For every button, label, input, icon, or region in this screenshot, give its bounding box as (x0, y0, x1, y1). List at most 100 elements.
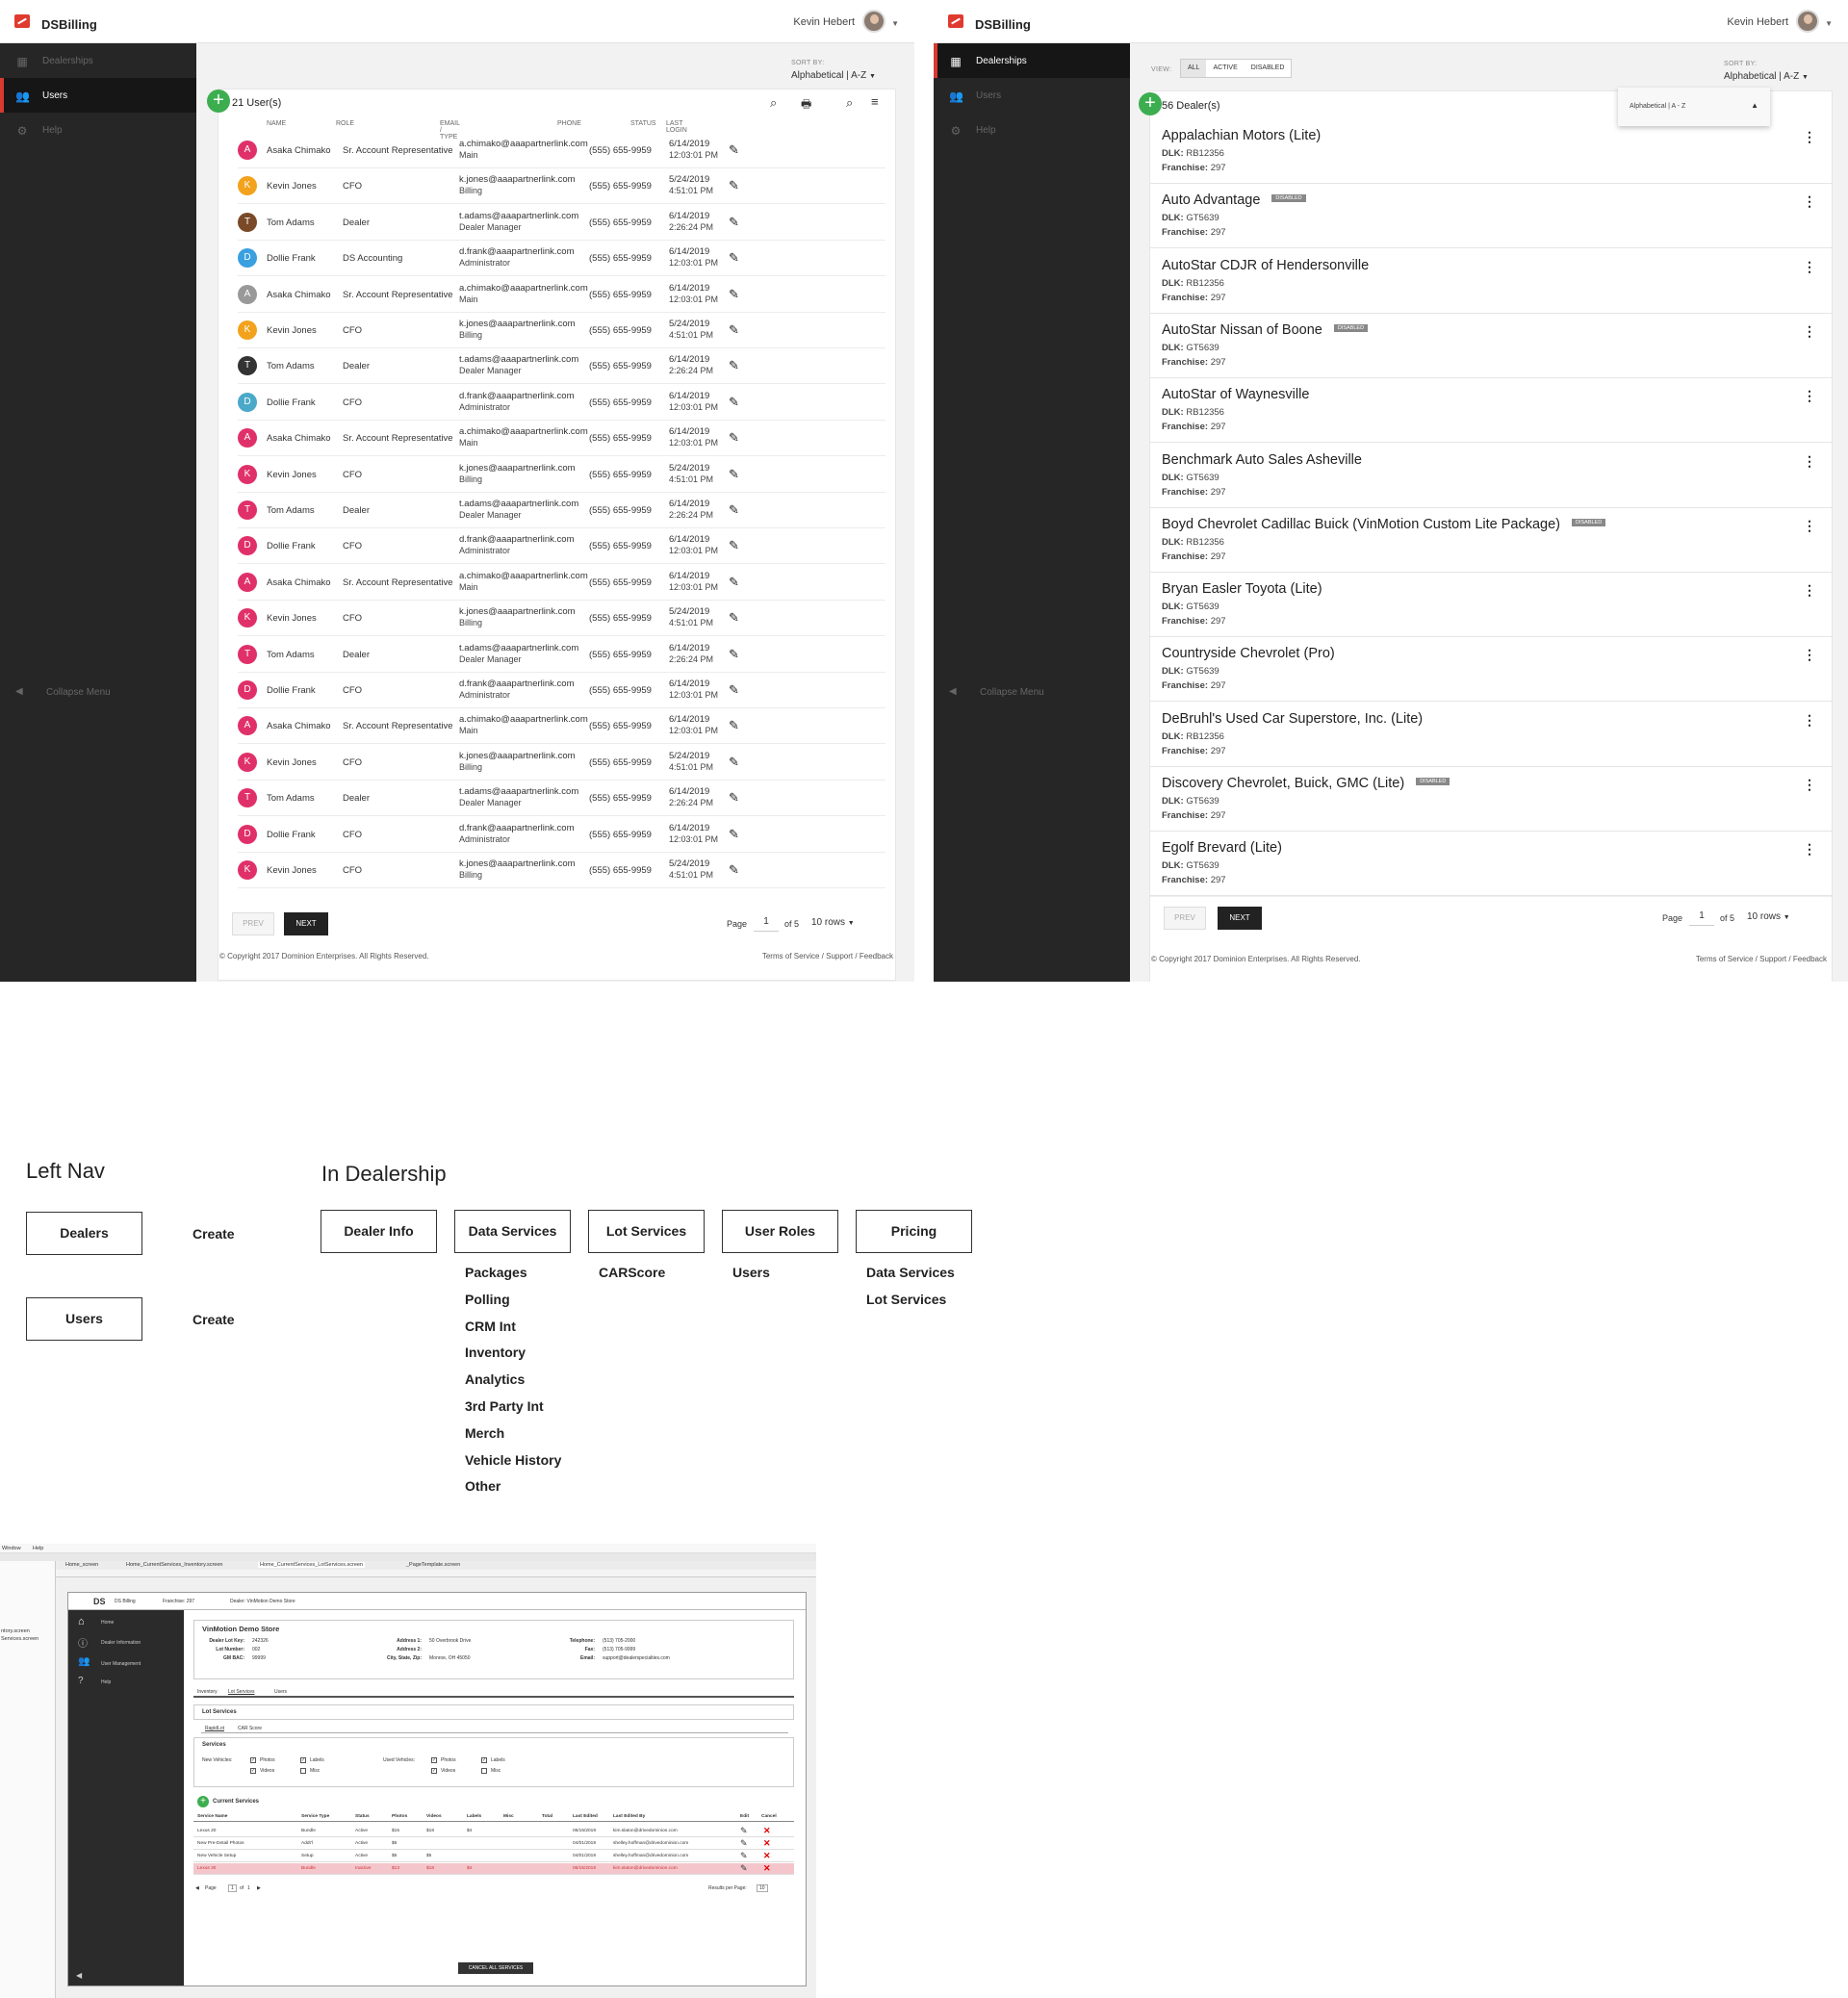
tab-inventory[interactable]: Home_CurrentServices_Inventory.screen (126, 1562, 222, 1568)
sidebar-item-dealerships[interactable]: ▦ Dealerships (934, 43, 1130, 78)
dealer-list-item[interactable]: Benchmark Auto Sales Asheville DLK: GT563… (1150, 444, 1832, 508)
edit-pencil-icon[interactable]: ✎ (729, 250, 739, 266)
checkbox[interactable] (300, 1768, 306, 1774)
cancel-x-icon[interactable]: ✕ (763, 1863, 771, 1874)
prev-button[interactable]: PREV (232, 912, 274, 935)
dealer-name[interactable]: Boyd Chevrolet Cadillac Buick (VinMotion… (1162, 517, 1606, 532)
edit-pencil-icon[interactable]: ✎ (729, 430, 739, 446)
column-header[interactable]: Last Edited By (613, 1814, 645, 1819)
more-options-icon[interactable]: ⋮ (1803, 259, 1816, 275)
more-options-icon[interactable]: ⋮ (1803, 777, 1816, 793)
edit-pencil-icon[interactable]: ✎ (729, 827, 739, 842)
more-options-icon[interactable]: ⋮ (1803, 388, 1816, 404)
table-row[interactable]: T Tom Adams Dealer t.adams@aaapartnerlink.c… (238, 637, 886, 673)
user-name[interactable]: Kevin Hebert (793, 16, 855, 28)
table-row[interactable]: A Asaka Chimako Sr. Account Representative… (238, 277, 886, 313)
checkbox[interactable]: ✓ (431, 1757, 437, 1763)
more-options-icon[interactable]: ⋮ (1803, 129, 1816, 145)
column-header[interactable]: Edit (740, 1814, 749, 1819)
dealer-list-item[interactable]: Discovery Chevrolet, Buick, GMC (Lite) DI… (1150, 767, 1832, 832)
rows-select[interactable]: 10 rows ▼ (811, 917, 855, 928)
users-icon[interactable]: 👥 (78, 1656, 90, 1667)
dealer-name[interactable]: Benchmark Auto Sales Asheville (1162, 452, 1362, 468)
dealer-list-item[interactable]: AutoStar CDJR of Hendersonville DLK: RB12… (1150, 249, 1832, 314)
column-header[interactable]: PHONE (557, 120, 581, 127)
tab-car-score[interactable]: CAR Score (238, 1726, 262, 1731)
search-icon[interactable]: ⌕ (846, 95, 853, 111)
edit-pencil-icon[interactable]: ✎ (740, 1851, 748, 1861)
table-row[interactable]: D Dollie Frank CFO d.frank@aaapartnerlink.c… (238, 528, 886, 565)
filter-icon[interactable]: ≡ (871, 94, 879, 109)
edit-pencil-icon[interactable]: ✎ (729, 215, 739, 230)
tab-page-template[interactable]: _PageTemplate.screen (406, 1562, 460, 1568)
rows-select[interactable]: 10 rows ▼ (1747, 911, 1790, 922)
table-row[interactable]: A Asaka Chimako Sr. Account Representative… (238, 133, 886, 168)
sidebar-item-dealerships[interactable]: ▦ Dealerships (0, 43, 196, 78)
sidebar-item-users[interactable]: 👥 Users (934, 78, 1130, 113)
prev-page-icon[interactable]: ◀ (195, 1885, 199, 1891)
table-row[interactable]: K Kevin Jones CFO k.jones@aaapartnerlink.co… (238, 601, 886, 637)
more-options-icon[interactable]: ⋮ (1803, 453, 1816, 470)
table-row[interactable]: New Pre-Detail Photos Addt'l Active $6 04/01… (193, 1838, 794, 1850)
edit-pencil-icon[interactable]: ✎ (729, 647, 739, 662)
table-row[interactable]: A Asaka Chimako Sr. Account Representative… (238, 421, 886, 457)
column-header[interactable]: Photos (392, 1814, 407, 1819)
terms-link[interactable]: Terms of Service (762, 952, 820, 961)
column-header[interactable]: Cancel (761, 1814, 777, 1819)
cancel-x-icon[interactable]: ✕ (763, 1838, 771, 1849)
column-header[interactable]: Misc (503, 1814, 514, 1819)
edit-pencil-icon[interactable]: ✎ (729, 142, 739, 158)
prev-button[interactable]: PREV (1164, 907, 1206, 930)
cancel-x-icon[interactable]: ✕ (763, 1851, 771, 1861)
table-row[interactable]: K Kevin Jones CFO k.jones@aaapartnerlink.co… (238, 745, 886, 781)
dealer-list-item[interactable]: Egolf Brevard (Lite) DLK: GT5639 Franchise… (1150, 832, 1832, 897)
info-icon[interactable]: ⓘ (78, 1635, 88, 1650)
edit-pencil-icon[interactable]: ✎ (729, 178, 739, 193)
cancel-all-services-button[interactable]: CANCEL ALL SERVICES (458, 1962, 533, 1974)
dealer-name[interactable]: Auto Advantage DISABLED (1162, 192, 1306, 208)
dealer-list-item[interactable]: Countryside Chevrolet (Pro) DLK: GT5639 Fr… (1150, 637, 1832, 703)
sort-dropdown[interactable]: Alphabetical | A - Z ▲ (1618, 88, 1770, 126)
add-service-button[interactable]: + (197, 1796, 209, 1807)
column-header[interactable]: ROLE (336, 120, 354, 127)
table-row[interactable]: T Tom Adams Dealer t.adams@aaapartnerlink.c… (238, 348, 886, 385)
checkbox[interactable]: ✓ (431, 1768, 437, 1774)
sort-select[interactable]: Alphabetical | A-Z ▼ (1724, 71, 1809, 82)
feedback-link[interactable]: Feedback (1793, 955, 1827, 963)
checkbox[interactable] (481, 1768, 487, 1774)
edit-pencil-icon[interactable]: ✎ (729, 575, 739, 590)
edit-pencil-icon[interactable]: ✎ (729, 467, 739, 482)
help-icon[interactable]: ? (78, 1676, 84, 1686)
support-link[interactable]: Support (826, 952, 853, 961)
table-row[interactable]: D Dollie Frank CFO d.frank@aaapartnerlink.c… (238, 817, 886, 853)
print-icon[interactable]: 🖶 (801, 95, 811, 115)
dealer-list-item[interactable]: Bryan Easler Toyota (Lite) DLK: GT5639 Fra… (1150, 573, 1832, 638)
column-header[interactable]: STATUS (630, 120, 656, 127)
feedback-link[interactable]: Feedback (860, 952, 893, 961)
table-row[interactable]: K Kevin Jones CFO k.jones@aaapartnerlink.co… (238, 313, 886, 348)
avatar[interactable] (862, 10, 886, 33)
column-header[interactable]: Last Edited (573, 1814, 598, 1819)
column-header[interactable]: Service Name (197, 1814, 227, 1819)
edit-pencil-icon[interactable]: ✎ (729, 862, 739, 878)
add-dealer-button[interactable]: + (1139, 92, 1162, 115)
page-input[interactable]: 1 (1689, 909, 1714, 926)
subtab-inventory[interactable]: Inventory (197, 1689, 218, 1695)
edit-pencil-icon[interactable]: ✎ (729, 790, 739, 806)
search-icon[interactable]: ⌕ (770, 95, 777, 111)
dealer-name[interactable]: Discovery Chevrolet, Buick, GMC (Lite) DI… (1162, 776, 1450, 791)
table-row[interactable]: T Tom Adams Dealer t.adams@aaapartnerlink.c… (238, 205, 886, 241)
collapse-icon[interactable]: ◀ (76, 1971, 82, 1980)
table-row[interactable]: K Kevin Jones CFO k.jones@aaapartnerlink.co… (238, 457, 886, 493)
add-user-button[interactable]: + (207, 90, 230, 113)
checkbox[interactable]: ✓ (300, 1757, 306, 1763)
dealer-list-item[interactable]: AutoStar of Waynesville DLK: RB12356 Franc… (1150, 378, 1832, 444)
more-options-icon[interactable]: ⋮ (1803, 582, 1816, 599)
dealer-name[interactable]: Countryside Chevrolet (Pro) (1162, 646, 1335, 661)
sidebar-item-users[interactable]: 👥 Users (0, 78, 196, 113)
chevron-up-icon[interactable]: ▲ (1751, 101, 1758, 110)
table-row[interactable]: D Dollie Frank DS Accounting d.frank@aaapar… (238, 241, 886, 277)
dealer-name[interactable]: AutoStar CDJR of Hendersonville (1162, 258, 1369, 273)
page-input[interactable]: 1 (754, 914, 779, 932)
column-header[interactable]: Videos (426, 1814, 442, 1819)
